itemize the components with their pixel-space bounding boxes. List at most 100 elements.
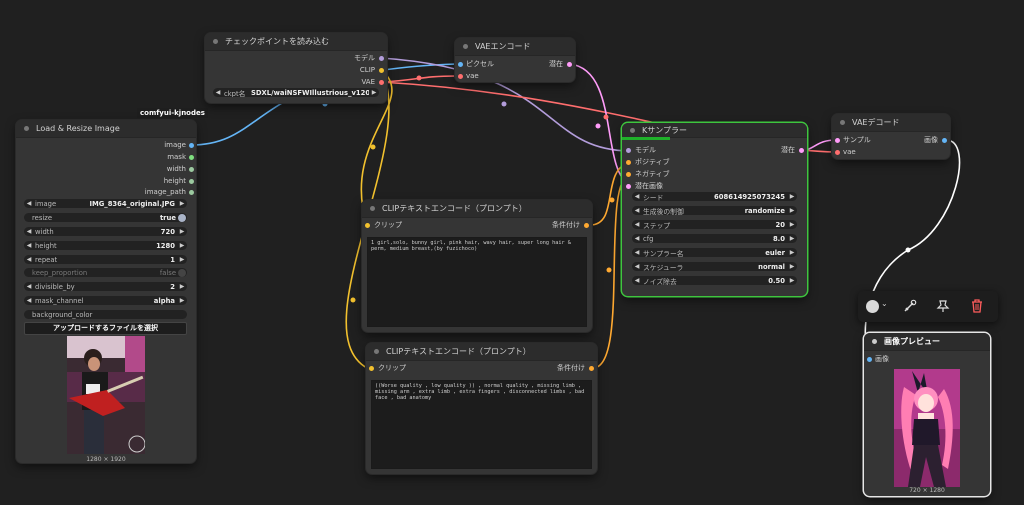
arrow-left-icon[interactable]: ◀ — [632, 207, 642, 214]
arrow-right-icon[interactable]: ▶ — [787, 277, 797, 284]
checkpoint-loader-node[interactable]: チェックポイントを読み込む モデル CLIP VAE ◀ ckpt名 SDXL/… — [205, 33, 387, 103]
input-socket-model[interactable] — [626, 148, 631, 153]
node-title: VAEエンコード — [475, 42, 531, 51]
toggle-knob-icon[interactable] — [178, 213, 186, 222]
collapse-dot-icon[interactable] — [840, 120, 845, 125]
preview-image-node[interactable]: 画像プレビュー 画像 720 × 1280 — [864, 333, 990, 496]
input-socket-images[interactable] — [867, 357, 872, 362]
collapse-dot-icon[interactable] — [872, 339, 877, 344]
input-socket-negative[interactable] — [626, 172, 631, 177]
vae-decode-node[interactable]: VAEデコード サンプル vae 画像 — [832, 114, 950, 159]
input-socket-samples[interactable] — [835, 138, 840, 143]
output-socket-width[interactable] — [189, 167, 194, 172]
output-socket-conditioning[interactable] — [589, 366, 594, 371]
output-socket-height[interactable] — [189, 179, 194, 184]
output-socket-clip[interactable] — [379, 68, 384, 73]
output-socket-model[interactable] — [379, 56, 384, 61]
pin-icon[interactable] — [936, 299, 950, 313]
output-socket-latent[interactable] — [799, 148, 804, 153]
collapse-dot-icon[interactable] — [24, 126, 29, 131]
arrow-right-icon[interactable]: ▶ — [369, 89, 379, 96]
collapse-dot-icon[interactable] — [370, 206, 375, 211]
prompt-textarea[interactable]: ((Worse quality , low quality )) , norma… — [371, 380, 592, 469]
arrow-left-icon[interactable]: ◀ — [632, 221, 642, 228]
input-label-vae: vae — [466, 72, 479, 80]
input-socket-vae[interactable] — [458, 74, 463, 79]
input-socket-positive[interactable] — [626, 160, 631, 165]
arrow-right-icon[interactable]: ▶ — [177, 297, 187, 304]
arrow-right-icon[interactable]: ▶ — [177, 283, 187, 290]
prompt-textarea[interactable]: 1 girl,solo, bunny girl, pink hair, wavy… — [367, 237, 587, 327]
trash-icon[interactable] — [970, 299, 984, 313]
widget-background-color[interactable]: background_color — [24, 310, 187, 319]
widget-steps[interactable]: ◀ ステップ 20 ▶ — [632, 220, 797, 229]
vae-encode-node[interactable]: VAEエンコード ピクセル vae 潜在 — [455, 38, 575, 82]
widget-image[interactable]: ◀ image IMG_8364_original.JPG ▶ — [24, 199, 187, 208]
arrow-left-icon[interactable]: ◀ — [632, 277, 642, 284]
output-socket-image-path[interactable] — [189, 190, 194, 195]
arrow-right-icon[interactable]: ▶ — [177, 200, 187, 207]
widget-width[interactable]: ◀ width 720 ▶ — [24, 227, 187, 236]
widget-keep-proportion[interactable]: keep_proportion false — [24, 268, 187, 277]
output-socket-mask[interactable] — [189, 155, 194, 160]
widget-divisible-by[interactable]: ◀ divisible_by 2 ▶ — [24, 282, 187, 291]
input-socket-pixels[interactable] — [458, 62, 463, 67]
arrow-left-icon[interactable]: ◀ — [632, 235, 642, 242]
widget-mask-channel[interactable]: ◀ mask_channel alpha ▶ — [24, 296, 187, 305]
input-socket-clip[interactable] — [369, 366, 374, 371]
clip-text-encode-positive-node[interactable]: CLIPテキストエンコード（プロンプト） クリップ 条件付け 1 girl,so… — [362, 200, 592, 332]
arrow-left-icon[interactable]: ◀ — [24, 297, 34, 304]
collapse-dot-icon[interactable] — [463, 44, 468, 49]
widget-denoise[interactable]: ◀ ノイズ除去 0.50 ▶ — [632, 276, 797, 285]
widget-sampler-name[interactable]: ◀ サンプラー名 euler ▶ — [632, 248, 797, 257]
output-socket-vae[interactable] — [379, 80, 384, 85]
arrow-right-icon[interactable]: ▶ — [787, 263, 797, 270]
arrow-right-icon[interactable]: ▶ — [787, 221, 797, 228]
arrow-right-icon[interactable]: ▶ — [177, 242, 187, 249]
collapse-dot-icon[interactable] — [213, 39, 218, 44]
arrow-left-icon[interactable]: ◀ — [632, 249, 642, 256]
upload-file-button[interactable]: アップロードするファイルを選択 — [24, 322, 187, 335]
input-socket-clip[interactable] — [365, 223, 370, 228]
toggle-knob-icon[interactable] — [178, 268, 186, 277]
arrow-left-icon[interactable]: ◀ — [632, 263, 642, 270]
output-socket-conditioning[interactable] — [584, 223, 589, 228]
arrow-right-icon[interactable]: ▶ — [177, 256, 187, 263]
output-socket-image[interactable] — [942, 138, 947, 143]
widget-resize[interactable]: resize true — [24, 213, 187, 222]
arrow-left-icon[interactable]: ◀ — [632, 193, 642, 200]
clip-text-encode-negative-node[interactable]: CLIPテキストエンコード（プロンプト） クリップ 条件付け ((Worse q… — [366, 343, 597, 474]
arrow-left-icon[interactable]: ◀ — [24, 228, 34, 235]
arrow-left-icon[interactable]: ◀ — [24, 242, 34, 249]
collapse-dot-icon[interactable] — [630, 127, 635, 133]
arrow-left-icon[interactable]: ◀ — [213, 89, 223, 96]
arrow-right-icon[interactable]: ▶ — [787, 235, 797, 242]
widget-cfg[interactable]: ◀ cfg 8.0 ▶ — [632, 234, 797, 243]
widget-height[interactable]: ◀ height 1280 ▶ — [24, 241, 187, 250]
preview-output-image — [894, 369, 960, 487]
input-socket-latent-image[interactable] — [626, 184, 631, 189]
widget-seed[interactable]: ◀ シード 608614925073245 ▶ — [632, 192, 797, 201]
widget-control-after-generate[interactable]: ◀ 生成後の制御 randomize ▶ — [632, 206, 797, 215]
input-label-vae: vae — [843, 148, 856, 156]
output-socket-latent[interactable] — [567, 62, 572, 67]
ckpt-name-widget[interactable]: ◀ ckpt名 SDXL/waiNSFWIllustrious_v120....… — [213, 88, 379, 97]
widget-repeat[interactable]: ◀ repeat 1 ▶ — [24, 255, 187, 264]
arrow-left-icon[interactable]: ◀ — [24, 283, 34, 290]
output-label-model: モデル — [354, 54, 375, 62]
chevron-down-icon[interactable]: ⌄ — [881, 299, 888, 308]
ksampler-node[interactable]: Kサンプラー モデル ポジティブ ネガティブ 潜在画像 潜在 ◀ シード 60861… — [622, 123, 807, 296]
input-socket-vae[interactable] — [835, 150, 840, 155]
bypass-icon[interactable] — [903, 299, 917, 313]
load-resize-image-node[interactable]: Load & Resize Image image mask width hei… — [16, 120, 196, 463]
collapse-dot-icon[interactable] — [374, 349, 379, 354]
arrow-right-icon[interactable]: ▶ — [787, 249, 797, 256]
output-socket-image[interactable] — [189, 143, 194, 148]
widget-scheduler[interactable]: ◀ スケジューラ normal ▶ — [632, 262, 797, 271]
color-circle-icon[interactable] — [866, 300, 879, 313]
arrow-right-icon[interactable]: ▶ — [787, 193, 797, 200]
arrow-left-icon[interactable]: ◀ — [24, 200, 34, 207]
arrow-left-icon[interactable]: ◀ — [24, 256, 34, 263]
arrow-right-icon[interactable]: ▶ — [177, 228, 187, 235]
arrow-right-icon[interactable]: ▶ — [787, 207, 797, 214]
